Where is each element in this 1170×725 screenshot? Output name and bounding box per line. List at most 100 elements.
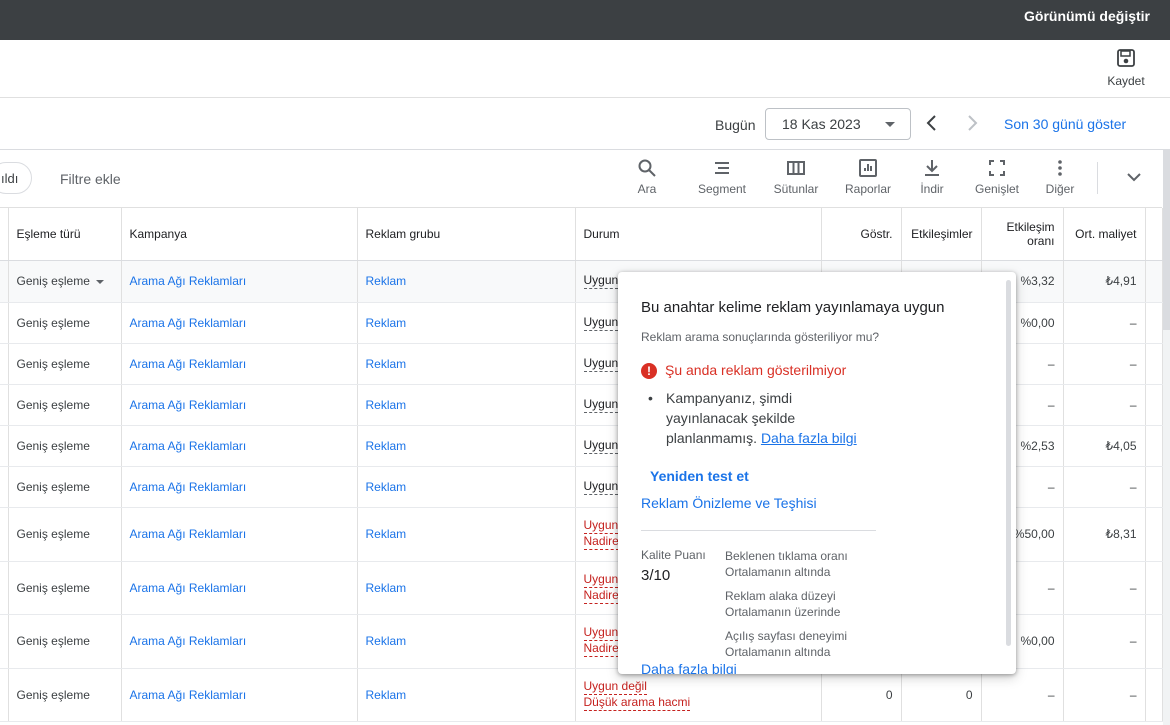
match-type-cell[interactable]: Geniş eşleme [8, 384, 122, 426]
match-type-cell[interactable]: Geniş eşleme [8, 302, 122, 344]
save-bar: Kaydet [0, 40, 1170, 98]
status-reason[interactable]: Nadire [583, 641, 619, 657]
status-text[interactable]: Uygun değil [583, 679, 647, 695]
row-select[interactable] [0, 384, 9, 426]
campaign-link[interactable]: Arama Ağı Reklamları [121, 614, 358, 669]
popup-error: ! Şu anda reklam gösterilmiyor [641, 362, 846, 379]
status-text[interactable]: Uygun [583, 315, 619, 331]
more-tool-button[interactable]: Diğer [1044, 158, 1076, 196]
status-text[interactable]: Uygun [583, 518, 619, 534]
ad-group-link[interactable]: Reklam [357, 561, 576, 615]
match-type-cell[interactable]: Geniş eşleme [8, 561, 122, 615]
avg-cost-cell: ₺4,05 [1063, 425, 1146, 467]
row-select[interactable] [0, 668, 9, 722]
campaign-link[interactable]: Arama Ağı Reklamları [121, 302, 358, 344]
ad-group-link[interactable]: Reklam [357, 425, 576, 467]
chevron-left-icon[interactable] [920, 111, 944, 135]
match-type-cell[interactable]: Geniş eşleme [8, 343, 122, 385]
scrollbar-thumb[interactable] [1163, 150, 1170, 330]
columns-tool-button[interactable]: Sütunlar [771, 158, 821, 196]
popup-learn-more-link[interactable]: Daha fazla bilgi [641, 661, 737, 674]
ad-group-link[interactable]: Reklam [357, 384, 576, 426]
header-campaign[interactable]: Kampanya [121, 208, 358, 261]
campaign-link[interactable]: Arama Ağı Reklamları [121, 668, 358, 722]
campaign-link[interactable]: Arama Ağı Reklamları [121, 561, 358, 615]
row-select[interactable] [0, 507, 9, 562]
status-text[interactable]: Uygun [583, 572, 619, 588]
status-text[interactable]: Uygun [583, 625, 619, 641]
status-cell[interactable]: Uygun değil Düşük arama hacmi [575, 668, 822, 722]
view-change-button[interactable]: Görünümü değiştir [1024, 8, 1150, 24]
row-select[interactable] [0, 614, 9, 669]
ad-group-link[interactable]: Reklam [357, 302, 576, 344]
ad-group-link[interactable]: Reklam [357, 466, 576, 508]
avg-cost-cell: – [1063, 343, 1146, 385]
match-type-cell[interactable]: Geniş eşleme [8, 260, 122, 303]
segment-tool-button[interactable]: Segment [696, 158, 748, 196]
ad-group-link[interactable]: Reklam [357, 614, 576, 669]
ad-group-link[interactable]: Reklam [357, 507, 576, 562]
last-30-days-link[interactable]: Son 30 günü göster [1004, 116, 1126, 132]
date-range-select[interactable]: 18 Kas 2023 [765, 108, 911, 140]
search-tool-button[interactable]: Ara [636, 158, 658, 196]
chevron-right-icon[interactable] [960, 111, 984, 135]
chevron-down-icon[interactable] [1124, 170, 1144, 186]
learn-more-link[interactable]: Daha fazla bilgi [761, 430, 857, 446]
campaign-link[interactable]: Arama Ağı Reklamları [121, 425, 358, 467]
expand-tool-button[interactable]: Genişlet [972, 158, 1022, 196]
download-icon [925, 160, 939, 176]
status-reason[interactable]: Düşük arama hacmi [583, 695, 691, 711]
header-interactions[interactable]: Etkileşimler [901, 208, 982, 261]
popup-scrollbar[interactable] [1006, 280, 1011, 646]
reports-tool-button[interactable]: Raporlar [843, 158, 893, 196]
campaign-link[interactable]: Arama Ağı Reklamları [121, 466, 358, 508]
header-avg-cost[interactable]: Ort. maliyet [1063, 208, 1146, 261]
reports-icon [859, 159, 877, 177]
download-tool-button[interactable]: İndir [917, 158, 947, 196]
status-text[interactable]: Uygun [583, 273, 619, 289]
row-select[interactable] [0, 343, 9, 385]
ad-preview-link[interactable]: Reklam Önizleme ve Teşhisi [641, 495, 817, 511]
avg-cost-cell: – [1063, 302, 1146, 344]
header-status[interactable]: Durum [575, 208, 822, 261]
match-type-cell[interactable]: Geniş eşleme [8, 507, 122, 562]
status-reason[interactable]: Nadire [583, 588, 619, 604]
save-button[interactable]: Kaydet [1104, 48, 1148, 88]
match-type-cell[interactable]: Geniş eşleme [8, 425, 122, 467]
header-impressions[interactable]: Göstr. [821, 208, 902, 261]
ad-group-link[interactable]: Reklam [357, 343, 576, 385]
header-interaction-rate[interactable]: Etkileşim oranı [981, 208, 1064, 261]
avg-cost-cell: – [1063, 384, 1146, 426]
impressions-cell: 0 [821, 668, 902, 722]
popup-bullet: Kampanyanız, şimdi yayınlanacak şekilde … [648, 388, 868, 448]
filter-chip[interactable]: ıldı [0, 162, 32, 194]
status-text[interactable]: Uygun [583, 397, 619, 413]
campaign-link[interactable]: Arama Ağı Reklamları [121, 507, 358, 562]
status-text[interactable]: Uygun [583, 356, 619, 372]
row-select[interactable] [0, 425, 9, 467]
match-type-cell[interactable]: Geniş eşleme [8, 668, 122, 722]
retest-button[interactable]: Yeniden test et [650, 468, 749, 484]
campaign-link[interactable]: Arama Ağı Reklamları [121, 384, 358, 426]
campaign-link[interactable]: Arama Ağı Reklamları [121, 343, 358, 385]
match-type-cell[interactable]: Geniş eşleme [8, 466, 122, 508]
row-spacer [1145, 561, 1163, 615]
row-select[interactable] [0, 260, 9, 303]
add-filter-button[interactable]: Filtre ekle [60, 171, 121, 187]
table-row[interactable]: Geniş eşleme Arama Ağı Reklamları Reklam Uy… [0, 668, 1163, 722]
status-text[interactable]: Uygun [583, 438, 619, 454]
status-text[interactable]: Uygun [583, 479, 619, 495]
match-type-cell[interactable]: Geniş eşleme [8, 614, 122, 669]
row-select[interactable] [0, 302, 9, 344]
header-match-type[interactable]: Eşleme türü [8, 208, 122, 261]
row-select[interactable] [0, 561, 9, 615]
campaign-link[interactable]: Arama Ağı Reklamları [121, 260, 358, 303]
dropdown-arrow-icon[interactable] [95, 279, 104, 284]
header-ad-group[interactable]: Reklam grubu [357, 208, 576, 261]
status-reason[interactable]: Nadire [583, 534, 619, 550]
page-scrollbar[interactable] [1163, 150, 1170, 725]
ad-group-link[interactable]: Reklam [357, 260, 576, 303]
avg-cost-cell: – [1063, 614, 1146, 669]
ad-group-link[interactable]: Reklam [357, 668, 576, 722]
row-select[interactable] [0, 466, 9, 508]
